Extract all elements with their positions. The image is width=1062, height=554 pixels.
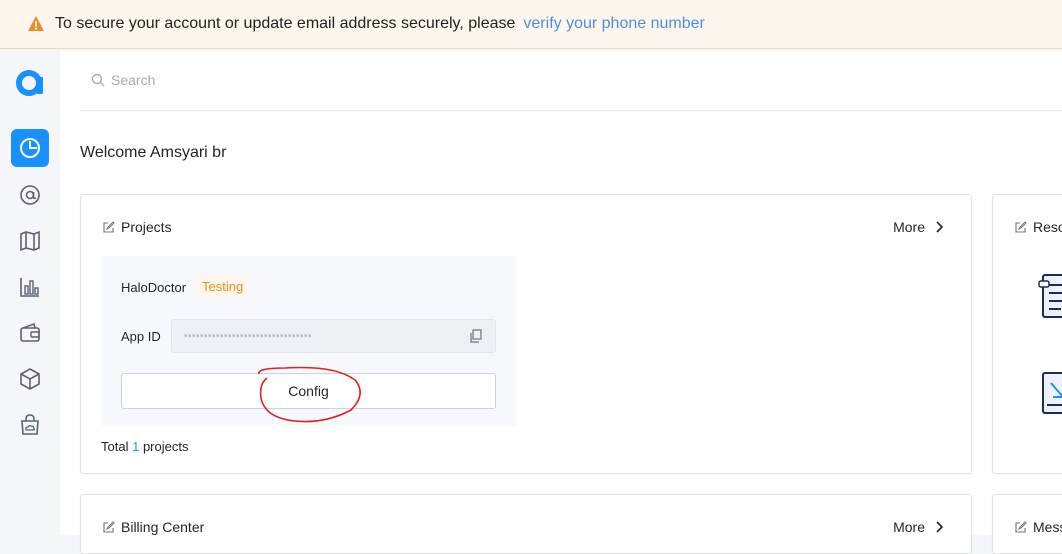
search-icon <box>91 73 105 87</box>
sidebar-item-email[interactable] <box>11 176 49 214</box>
download-illustration-icon <box>1042 372 1062 414</box>
total-prefix: Total <box>101 439 129 454</box>
verify-phone-link[interactable]: verify your phone number <box>523 15 704 33</box>
sidebar-item-analytics[interactable] <box>11 268 49 306</box>
sidebar-item-wallet[interactable] <box>11 314 49 352</box>
copy-icon[interactable] <box>469 329 483 343</box>
projects-more-label: More <box>893 219 925 235</box>
wallet-icon <box>20 322 40 342</box>
app-id-field: •••••••••••••••••••••••••••••••• <box>171 319 496 353</box>
messages-card-title: Mess <box>1015 519 1062 535</box>
billing-more-label: More <box>893 519 925 535</box>
total-count: 1 <box>132 439 140 454</box>
config-button[interactable]: Config <box>121 373 496 409</box>
app-id-label: App ID <box>121 329 161 344</box>
projects-card-title: Projects <box>103 219 172 235</box>
edit-square-icon <box>1015 521 1027 533</box>
projects-card: Projects More HaloDoctor Testing App ID … <box>80 194 972 474</box>
sidebar-item-map[interactable] <box>11 222 49 260</box>
sidebar-item-dashboard[interactable] <box>11 129 49 167</box>
main-content: Search Welcome Amsyari br Projects More … <box>60 50 1062 554</box>
total-suffix: projects <box>142 439 189 454</box>
messages-title-label: Mess <box>1033 519 1062 535</box>
warning-banner: To secure your account or update email a… <box>0 0 1062 49</box>
sidebar-item-products[interactable] <box>11 360 49 398</box>
resources-card-title: Reso <box>1015 219 1062 235</box>
cloud-bag-icon <box>21 414 39 435</box>
at-sign-icon <box>20 185 40 205</box>
billing-title-label: Billing Center <box>121 519 205 535</box>
billing-more-link[interactable]: More <box>893 519 945 535</box>
edit-square-icon <box>1015 221 1027 233</box>
search-input[interactable]: Search <box>111 72 155 88</box>
dashboard-icon <box>20 138 40 158</box>
edit-square-icon <box>103 521 115 533</box>
edit-square-icon <box>103 221 115 233</box>
project-item: HaloDoctor Testing App ID ••••••••••••••… <box>101 256 516 425</box>
chevron-right-icon <box>936 221 944 233</box>
app-id-value: •••••••••••••••••••••••••••••••• <box>184 330 313 342</box>
sidebar-item-store[interactable] <box>11 406 49 444</box>
billing-card: Billing Center More <box>80 494 972 554</box>
warning-icon <box>28 16 44 31</box>
messages-card: Mess <box>992 494 1062 554</box>
resources-title-label: Reso <box>1033 219 1062 235</box>
search-bar[interactable]: Search <box>80 50 1062 111</box>
welcome-text: Welcome Amsyari br <box>80 144 227 161</box>
status-badge: Testing <box>196 276 250 297</box>
projects-total: Total 1 projects <box>101 439 188 454</box>
config-button-label: Config <box>288 383 329 399</box>
banner-message: To secure your account or update email a… <box>55 15 516 32</box>
chevron-right-icon <box>936 521 944 533</box>
projects-title-label: Projects <box>121 219 172 235</box>
project-name[interactable]: HaloDoctor <box>121 280 186 295</box>
box-icon <box>20 368 40 390</box>
app-logo-icon[interactable] <box>15 68 45 98</box>
bar-chart-icon <box>20 278 39 297</box>
document-illustration-icon <box>1038 274 1062 318</box>
map-icon <box>20 230 40 252</box>
projects-more-link[interactable]: More <box>893 219 945 235</box>
resources-card: Reso <box>992 194 1062 474</box>
sidebar <box>0 50 60 535</box>
billing-card-title: Billing Center <box>103 519 204 535</box>
